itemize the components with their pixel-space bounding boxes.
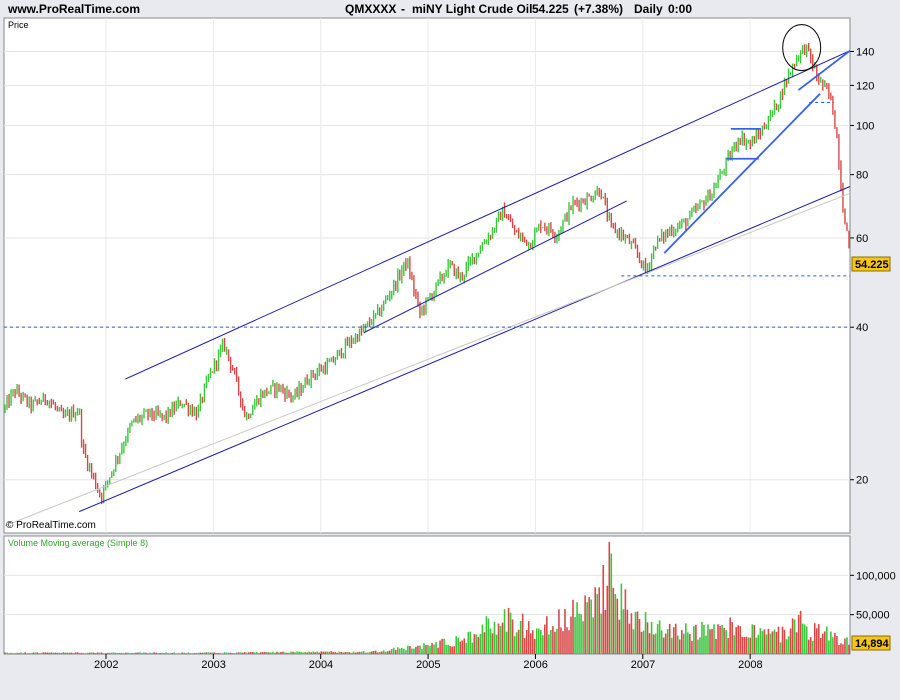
price-tick-label: 40 xyxy=(856,322,868,334)
chart-area: 20 40 60 80 100 120 140 Price © ProRealTime.co… xyxy=(3,17,896,671)
price-tick-label: 20 xyxy=(856,475,868,487)
x-tick-label: 2002 xyxy=(94,659,118,671)
price-tick-label: 60 xyxy=(856,233,868,245)
volume-tick-label: 100,000 xyxy=(856,570,896,582)
price-tick-label: 100 xyxy=(856,121,874,133)
x-tick-label: 2007 xyxy=(631,659,655,671)
x-tick-label: 2003 xyxy=(201,659,225,671)
watermark: © ProRealTime.com xyxy=(6,520,96,531)
last-price-tag-label: 54.225 xyxy=(855,259,889,271)
x-tick-label: 2005 xyxy=(416,659,440,671)
x-tick-label: 2006 xyxy=(523,659,547,671)
price-tick-label: 120 xyxy=(856,80,874,92)
x-tick-label: 2008 xyxy=(738,659,762,671)
price-tick-label: 80 xyxy=(856,170,868,182)
last-volume-tag-label: 14,894 xyxy=(855,638,890,650)
x-tick-label: 2004 xyxy=(309,659,333,671)
volume-panel[interactable] xyxy=(3,535,851,655)
price-tick-label: 140 xyxy=(856,46,874,58)
price-panel[interactable] xyxy=(3,17,851,534)
x-axis: 2002 2003 2004 2005 2006 2007 2008 xyxy=(94,654,763,671)
volume-title: Volume Moving average (Simple 8) xyxy=(8,538,148,548)
volume-tick-label: 50,000 xyxy=(856,610,890,622)
price-axis-label: Price xyxy=(8,20,29,30)
volume-y-axis: 50,000 100,000 xyxy=(850,570,896,622)
